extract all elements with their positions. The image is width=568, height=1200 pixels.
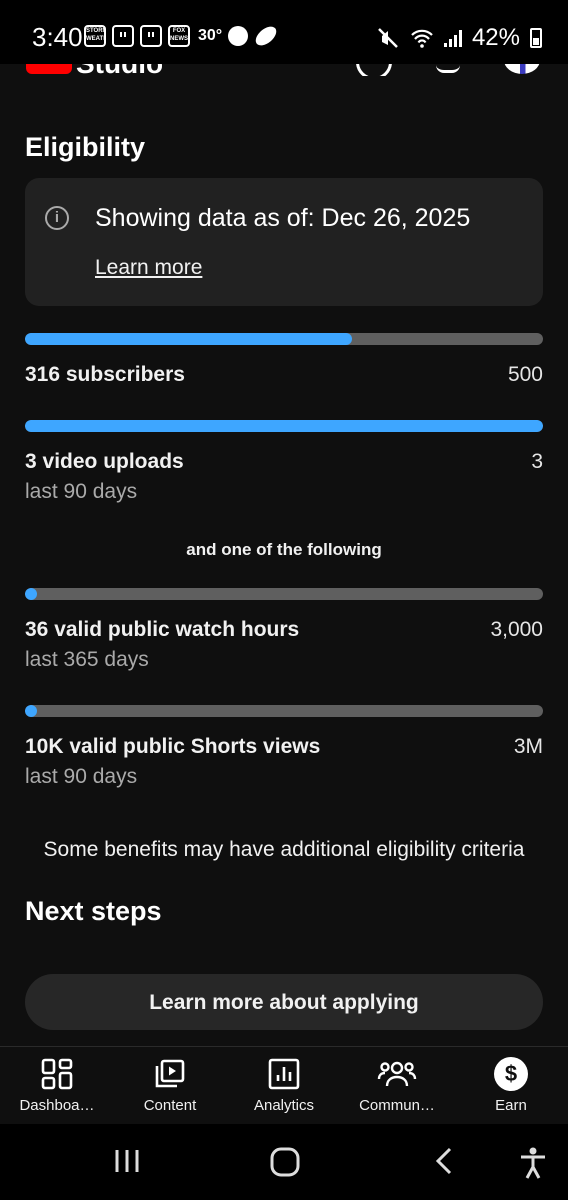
mute-icon	[378, 28, 398, 48]
wifi-icon	[411, 29, 433, 48]
uploads-progress-bar	[25, 420, 543, 432]
alternative-heading: and one of the following	[186, 540, 382, 559]
dashboard-icon	[41, 1058, 73, 1090]
uploads-target: 3	[531, 450, 543, 473]
twitch-icon	[140, 25, 162, 47]
info-icon: i	[45, 206, 69, 230]
watch-hours-progress-bar	[25, 588, 543, 600]
subscribers-progress-bar	[25, 333, 543, 345]
twitch-icon	[112, 25, 134, 47]
data-date-text: Showing data as of: Dec 26, 2025	[95, 204, 471, 232]
notifications-icon[interactable]	[436, 64, 460, 73]
home-icon[interactable]	[269, 1146, 301, 1178]
nav-item-dashboard[interactable]: Dashboa…	[0, 1057, 114, 1114]
recents-icon[interactable]	[112, 1146, 142, 1176]
subscribers-label: 316 subscribers	[25, 363, 185, 386]
uploads-label: 3 video uploads	[25, 450, 184, 473]
system-nav-bar	[0, 1124, 568, 1200]
shorts-views-progress-fill	[25, 705, 37, 717]
notification-icons: STORM WEATHER FOX NEWS 30°	[84, 22, 280, 50]
content-icon	[155, 1059, 185, 1088]
uploads-progress-fill	[25, 420, 543, 432]
back-icon[interactable]	[432, 1146, 458, 1176]
watch-hours-target: 3,000	[490, 618, 543, 641]
subscribers-target: 500	[507, 363, 543, 386]
signal-icon	[443, 29, 462, 47]
earn-icon: $	[494, 1057, 528, 1091]
nav-label-community: Commun…	[359, 1097, 435, 1114]
nav-label-content: Content	[143, 1097, 197, 1114]
temperature: 30°	[198, 27, 223, 44]
uploads-period: last 90 days	[25, 480, 138, 503]
learn-more-applying-button[interactable]: Learn more about applying	[25, 974, 543, 1030]
youtube-logo	[26, 64, 72, 74]
shorts-views-target: 3M	[513, 735, 543, 758]
nav-item-community[interactable]: Commun…	[340, 1057, 454, 1114]
learn-more-link[interactable]: Learn more	[95, 256, 202, 280]
app-title: Studio	[76, 64, 163, 76]
fox-news-icon: FOX NEWS	[168, 25, 190, 47]
next-steps-title: Next steps	[25, 896, 162, 926]
benefits-note: Some benefits may have additional eligib…	[43, 838, 525, 861]
football-icon	[252, 22, 280, 50]
app-header: Studio	[0, 64, 568, 76]
nav-label-earn: Earn	[495, 1097, 527, 1114]
help-icon[interactable]	[356, 64, 392, 76]
system-status: 42%	[376, 24, 542, 52]
shorts-views-progress-bar	[25, 705, 543, 717]
nav-item-earn[interactable]: $ Earn	[454, 1057, 568, 1114]
analytics-icon	[268, 1058, 300, 1090]
status-time: 3:40	[32, 22, 83, 52]
nav-item-analytics[interactable]: Analytics	[227, 1057, 341, 1114]
watch-hours-label: 36 valid public watch hours	[25, 618, 300, 641]
eligibility-title: Eligibility	[25, 132, 146, 162]
community-icon	[377, 1061, 417, 1087]
shorts-views-label: 10K valid public Shorts views	[25, 735, 321, 758]
bottom-nav: Dashboa… Content Analytics Commun… $ Ear…	[0, 1046, 568, 1125]
storm-weather-icon: STORM WEATHER	[84, 25, 106, 47]
accessibility-icon[interactable]	[518, 1146, 548, 1180]
nav-label-analytics: Analytics	[253, 1097, 315, 1114]
status-bar: 3:40 STORM WEATHER FOX NEWS 30° 42%	[0, 0, 568, 64]
watch-hours-period: last 365 days	[25, 648, 149, 671]
android-auto-icon	[228, 26, 249, 46]
data-date-card: i Showing data as of: Dec 26, 2025 Learn…	[25, 178, 543, 306]
shorts-views-period: last 90 days	[25, 765, 138, 788]
avatar[interactable]	[504, 64, 540, 74]
battery-icon	[530, 28, 542, 48]
subscribers-progress-fill	[25, 333, 353, 345]
nav-item-content[interactable]: Content	[113, 1057, 227, 1114]
battery-percent: 42%	[471, 24, 520, 51]
nav-label-dashboard: Dashboa…	[19, 1097, 95, 1114]
watch-hours-progress-fill	[25, 588, 37, 600]
